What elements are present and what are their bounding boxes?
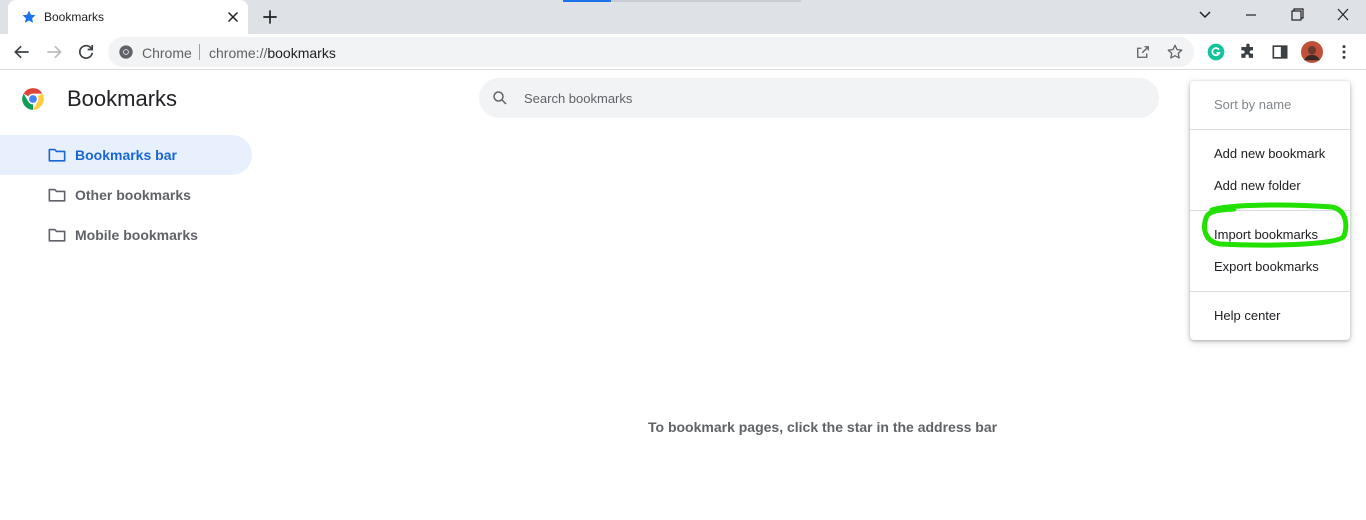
toolbar: Chrome chrome://bookmarks bbox=[0, 34, 1366, 70]
sidebar-item-label: Bookmarks bar bbox=[75, 147, 177, 163]
more-icon[interactable] bbox=[1334, 42, 1354, 62]
menu-divider bbox=[1190, 291, 1350, 292]
grammarly-icon[interactable] bbox=[1206, 42, 1226, 62]
extensions-icon[interactable] bbox=[1238, 42, 1258, 62]
search-icon bbox=[493, 91, 507, 105]
tab-strip-indicator bbox=[563, 0, 611, 2]
site-chip: Chrome bbox=[142, 45, 192, 61]
search-box[interactable] bbox=[479, 78, 1159, 118]
folder-icon bbox=[48, 148, 66, 162]
url-path: bookmarks bbox=[267, 45, 336, 61]
star-icon bbox=[22, 10, 36, 23]
menu-item-add-new-folder[interactable]: Add new folder bbox=[1214, 178, 1301, 193]
restore-icon[interactable] bbox=[1285, 5, 1309, 25]
sidebar-item-label: Mobile bookmarks bbox=[75, 227, 198, 243]
avatar[interactable] bbox=[1301, 41, 1323, 63]
url-text[interactable]: chrome://bookmarks bbox=[209, 45, 336, 61]
address-separator bbox=[199, 44, 200, 60]
forward-icon[interactable] bbox=[44, 42, 64, 62]
close-icon[interactable] bbox=[224, 8, 242, 26]
empty-state-message: To bookmark pages, click the star in the… bbox=[648, 419, 998, 435]
address-bar[interactable]: Chrome chrome://bookmarks bbox=[108, 37, 1194, 67]
chrome-logo-icon bbox=[22, 88, 44, 110]
chevron-down-icon[interactable] bbox=[1193, 5, 1217, 25]
share-icon[interactable] bbox=[1134, 43, 1152, 61]
highlight-annotation bbox=[1202, 202, 1349, 248]
sidebar-item-mobile-bookmarks[interactable]: Mobile bookmarks bbox=[0, 215, 252, 255]
menu-item-add-new-bookmark[interactable]: Add new bookmark bbox=[1214, 146, 1325, 161]
tab-title: Bookmarks bbox=[44, 10, 105, 24]
chrome-icon bbox=[119, 45, 133, 59]
tab-bookmarks[interactable]: Bookmarks bbox=[8, 0, 248, 34]
page-title: Bookmarks bbox=[67, 86, 178, 111]
menu-item-help-center[interactable]: Help center bbox=[1214, 308, 1280, 323]
sidebar-item-other-bookmarks[interactable]: Other bookmarks bbox=[0, 175, 252, 215]
menu-item-export-bookmarks[interactable]: Export bookmarks bbox=[1214, 259, 1319, 274]
menu-divider bbox=[1190, 129, 1350, 130]
plus-icon[interactable] bbox=[260, 7, 280, 27]
bookmark-star-icon[interactable] bbox=[1166, 43, 1184, 61]
minimize-icon[interactable] bbox=[1239, 5, 1263, 25]
back-icon[interactable] bbox=[12, 42, 32, 62]
menu-item-sort-by-name: Sort by name bbox=[1214, 97, 1292, 112]
sidebar-item-label: Other bookmarks bbox=[75, 187, 191, 203]
side-panel-icon[interactable] bbox=[1270, 42, 1290, 62]
search-input[interactable] bbox=[524, 88, 1124, 108]
reload-icon[interactable] bbox=[76, 42, 96, 62]
folder-icon bbox=[48, 188, 66, 202]
window-close-icon[interactable] bbox=[1331, 5, 1355, 25]
sidebar-item-bookmarks-bar[interactable]: Bookmarks bar bbox=[0, 135, 252, 175]
folder-icon bbox=[48, 228, 66, 242]
tab-strip-indicator-track bbox=[611, 0, 801, 2]
url-scheme: chrome:// bbox=[209, 45, 268, 61]
tab-strip: Bookmarks bbox=[0, 0, 1366, 34]
